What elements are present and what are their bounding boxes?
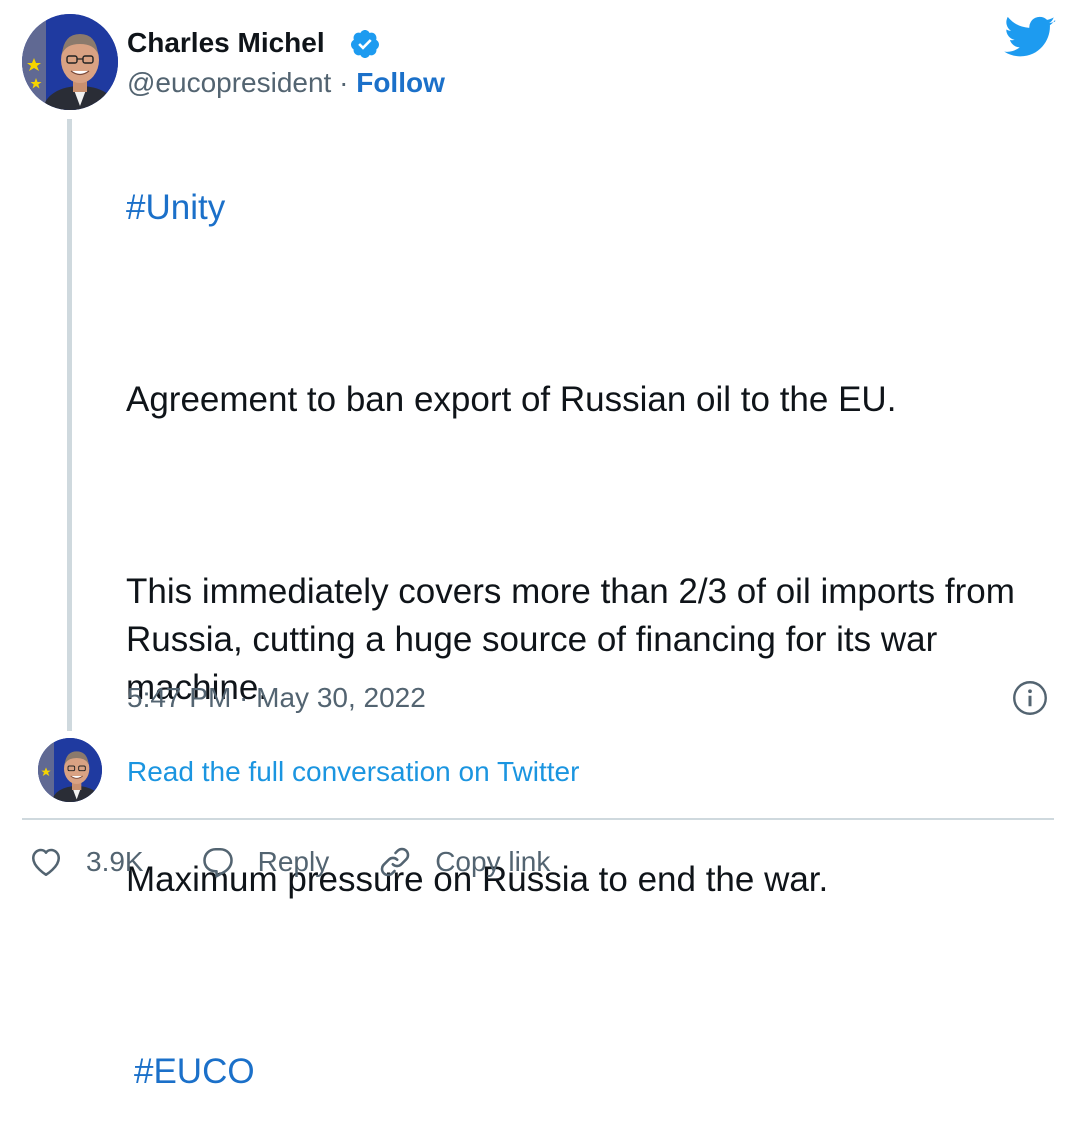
hashtag-unity[interactable]: #Unity (126, 188, 225, 227)
info-icon[interactable] (1012, 680, 1048, 716)
read-full-conversation-link[interactable]: Read the full conversation on Twitter (127, 754, 579, 790)
separator-dot: · (331, 67, 357, 98)
author-name[interactable]: Charles Michel (127, 26, 325, 60)
avatar-portrait-small (38, 738, 102, 802)
copy-link-button[interactable]: Copy link (377, 844, 550, 880)
reply-label: Reply (257, 846, 330, 877)
verified-badge-icon (350, 30, 379, 58)
avatar-portrait (22, 14, 118, 110)
reply-button[interactable]: Reply (200, 844, 330, 880)
like-count: 3.9K (86, 846, 144, 877)
twitter-bird-icon[interactable] (1004, 16, 1056, 60)
thread-connector-line (67, 119, 72, 731)
heart-icon (31, 848, 61, 877)
copy-link-label: Copy link (435, 846, 551, 877)
tweet-body: #Unity Agreement to ban export of Russia… (126, 136, 1056, 1144)
tweet-paragraph-1: Agreement to ban export of Russian oil t… (126, 380, 897, 419)
reply-avatar[interactable] (38, 738, 102, 802)
like-button[interactable]: 3.9K (28, 844, 144, 880)
hashtag-euco[interactable]: #EUCO (134, 1052, 255, 1091)
author-handle[interactable]: @eucopresident (127, 67, 331, 98)
follow-button[interactable]: Follow (356, 67, 445, 98)
divider (22, 818, 1054, 820)
speech-bubble-icon (202, 847, 233, 878)
tweet-timestamp[interactable]: 5:47 PM · May 30, 2022 (127, 680, 426, 716)
handle-line: @eucopresident · Follow (127, 66, 445, 100)
link-icon (380, 847, 410, 877)
author-avatar[interactable] (22, 14, 118, 110)
action-bar: 3.9K Reply Copy link (28, 840, 550, 884)
